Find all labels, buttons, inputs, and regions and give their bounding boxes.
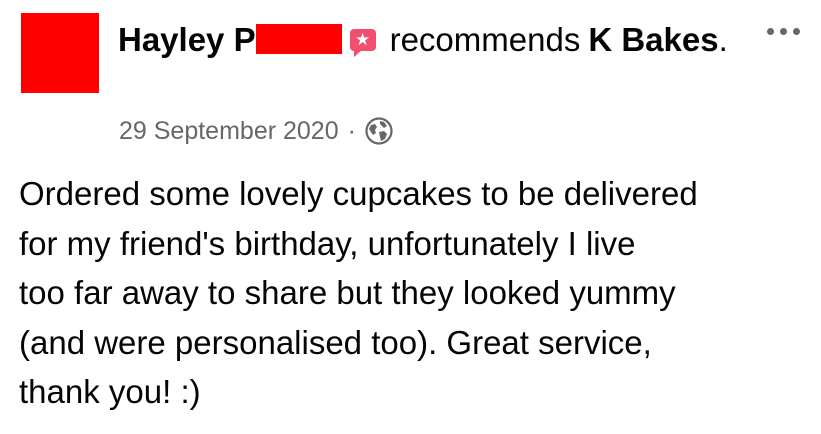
post-header: Hayley P ★ recommends K Bakes. xyxy=(118,17,738,63)
avatar-redacted[interactable] xyxy=(21,13,99,93)
post-date[interactable]: 29 September 2020 xyxy=(119,117,339,145)
author-name[interactable]: Hayley P xyxy=(118,21,256,58)
page-name-link[interactable]: K Bakes xyxy=(588,21,718,58)
meta-separator: · xyxy=(347,117,356,145)
name-redaction xyxy=(255,24,342,54)
header-period: . xyxy=(718,21,728,58)
more-options-icon[interactable] xyxy=(765,27,803,39)
recommend-star-icon: ★ xyxy=(349,29,376,57)
globe-icon[interactable] xyxy=(365,117,393,145)
action-text: recommends xyxy=(389,21,581,58)
post-text: Ordered some lovely cupcakes to be deliv… xyxy=(19,175,698,410)
post-meta: 29 September 2020 · xyxy=(119,113,393,149)
